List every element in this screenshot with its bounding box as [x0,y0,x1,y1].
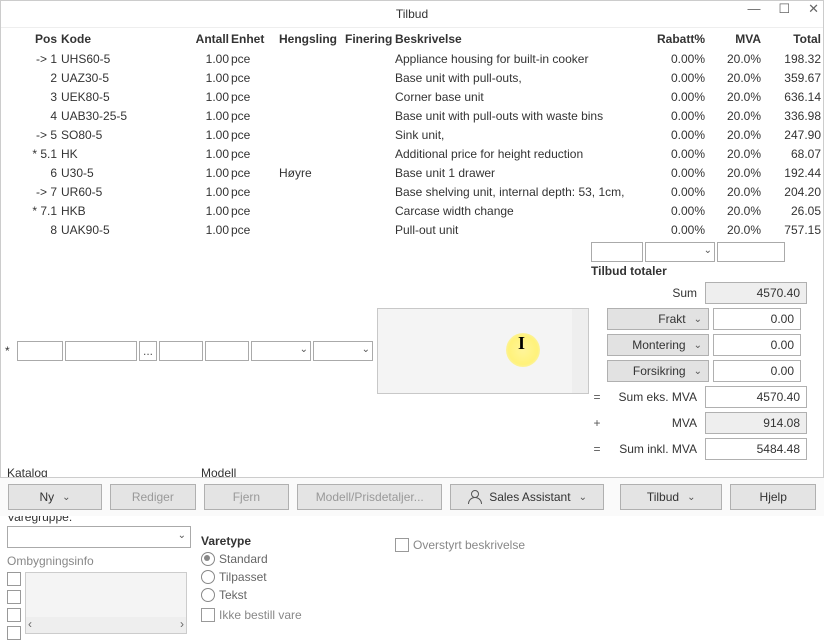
col-mva[interactable]: MVA [705,32,761,46]
chevron-down-icon: ⌄ [300,344,308,355]
value-sum-eks[interactable]: 4570.40 [705,386,807,408]
rediger-button[interactable]: Rediger [110,484,196,510]
varegruppe-combo[interactable]: ⌄ [7,526,191,548]
omb-check-1[interactable] [7,572,21,586]
chevron-down-icon: ⌄ [704,245,712,256]
omb-check-4[interactable] [7,626,21,640]
omb-box[interactable]: ‹› [25,572,187,634]
ny-button[interactable]: Ny⌄ [8,484,102,510]
fjern-button[interactable]: Fjern [204,484,290,510]
totals-title: Tilbud totaler [591,264,809,278]
value-frakt[interactable]: 0.00 [713,308,801,330]
omb-check-2[interactable] [7,590,21,604]
filter-row: * ... ⌄ ⌄ I ⌄ Tilbud totaler Sum4570.40 … [1,240,823,462]
label-sum-eks: Sum eks. MVA [607,390,701,404]
col-kode[interactable]: Kode [61,32,177,46]
filter-fin[interactable]: ⌄ [313,341,373,361]
montering-button[interactable]: Montering⌄ [607,334,709,356]
descbox-scrollbar[interactable] [572,309,588,393]
omb-hscroll[interactable]: ‹› [26,617,186,633]
filter-kode[interactable] [65,341,137,361]
omb-check-3[interactable] [7,608,21,622]
col-enhet[interactable]: Enhet [231,32,279,46]
chevron-down-icon: ⌄ [178,530,186,541]
bottom-toolbar: Ny⌄ Rediger Fjern Modell/Prisdetaljer...… [0,477,824,516]
col-antall[interactable]: Antall [177,32,231,46]
cursor-highlight [506,333,540,367]
radio-icon [201,552,215,566]
filter-rabatt[interactable] [591,242,643,262]
scroll-right-icon[interactable]: › [180,617,184,633]
label-sum-inkl: Sum inkl. MVA [607,442,701,456]
filter-mva[interactable]: ⌄ [645,242,715,262]
close-icon[interactable]: ✕ [808,1,819,17]
col-heng[interactable]: Hengsling [279,32,345,46]
grid-header: Pos Kode Antall Enhet Hengsling Finering… [1,28,824,50]
value-forsikring[interactable]: 0.00 [713,360,801,382]
table-row[interactable]: -> 1UHS60-51.00pceAppliance housing for … [1,50,824,69]
chevron-down-icon: ⌄ [687,492,695,503]
radio-tilpasset[interactable]: Tilpasset [201,570,383,584]
chevron-down-icon: ⌄ [579,492,587,503]
radio-tekst[interactable]: Tekst [201,588,383,602]
col-rabatt[interactable]: Rabatt% [647,32,705,46]
radio-standard[interactable]: Standard [201,552,383,566]
label-omb: Ombygningsinfo [7,554,191,568]
filter-marker: * [5,344,15,358]
filter-antall[interactable] [159,341,203,361]
table-row[interactable]: 3UEK80-51.00pceCorner base unit0.00%20.0… [1,88,824,107]
filter-enhet[interactable] [205,341,249,361]
radio-icon [201,570,215,584]
filter-pos[interactable] [17,341,63,361]
table-row[interactable]: 4UAB30-25-51.00pceBase unit with pull-ou… [1,107,824,126]
check-ikke-bestill[interactable]: Ikke bestill vare [201,608,383,622]
description-box[interactable]: I [377,308,589,394]
table-row[interactable]: 2UAZ30-51.00pceBase unit with pull-outs,… [1,69,824,88]
forsikring-button[interactable]: Forsikring⌄ [607,360,709,382]
col-pos[interactable]: Pos [7,32,61,46]
table-row[interactable]: -> 7UR60-51.00pceBase shelving unit, int… [1,183,824,202]
label-varetype: Varetype [201,534,383,548]
checkbox-icon [201,608,215,622]
value-mva: 914.08 [705,412,807,434]
radio-icon [201,588,215,602]
checkbox-icon [395,538,409,552]
totals-panel: Tilbud totaler Sum4570.40 Frakt⌄0.00 Mon… [591,264,809,460]
person-icon [467,490,481,504]
tilbud-button[interactable]: Tilbud⌄ [620,484,723,510]
maximize-icon[interactable]: ☐ [778,1,790,17]
chevron-down-icon: ⌄ [694,314,702,325]
scroll-left-icon[interactable]: ‹ [28,617,32,633]
chevron-down-icon: ⌄ [694,366,702,377]
table-row[interactable]: -> 5SO80-51.00pceSink unit,0.00%20.0%247… [1,126,824,145]
window-title: Tilbud [396,7,428,21]
chevron-down-icon: ⌄ [694,340,702,351]
label-sum: Sum [607,286,701,300]
text-cursor-icon: I [518,333,525,354]
sales-assistant-button[interactable]: Sales Assistant⌄ [450,484,604,510]
frakt-button[interactable]: Frakt⌄ [607,308,709,330]
value-sum: 4570.40 [705,282,807,304]
check-overstyrt[interactable]: Overstyrt beskrivelse [395,538,525,552]
hjelp-button[interactable]: Hjelp [730,484,816,510]
label-mva: MVA [607,416,701,430]
col-fin[interactable]: Finering [345,32,395,46]
chevron-down-icon: ⌄ [62,492,70,503]
value-sum-inkl[interactable]: 5484.48 [705,438,807,460]
minimize-icon[interactable]: — [747,1,760,17]
modell-prisdetaljer-button[interactable]: Modell/Prisdetaljer... [297,484,442,510]
table-row[interactable]: 6U30-51.00pceHøyreBase unit 1 drawer0.00… [1,164,824,183]
filter-kode-more[interactable]: ... [139,341,157,361]
quote-grid[interactable]: Pos Kode Antall Enhet Hengsling Finering… [1,28,824,240]
titlebar: Tilbud — ☐ ✕ [1,1,823,28]
filter-total[interactable] [717,242,785,262]
col-total[interactable]: Total [761,32,821,46]
chevron-down-icon: ⌄ [362,344,370,355]
table-row[interactable]: 8UAK90-51.00pcePull-out unit0.00%20.0%75… [1,221,824,240]
col-besk[interactable]: Beskrivelse [395,32,647,46]
value-montering[interactable]: 0.00 [713,334,801,356]
table-row[interactable]: * 7.1HKB1.00pceCarcase width change0.00%… [1,202,824,221]
filter-heng[interactable]: ⌄ [251,341,311,361]
table-row[interactable]: * 5.1HK1.00pceAdditional price for heigh… [1,145,824,164]
